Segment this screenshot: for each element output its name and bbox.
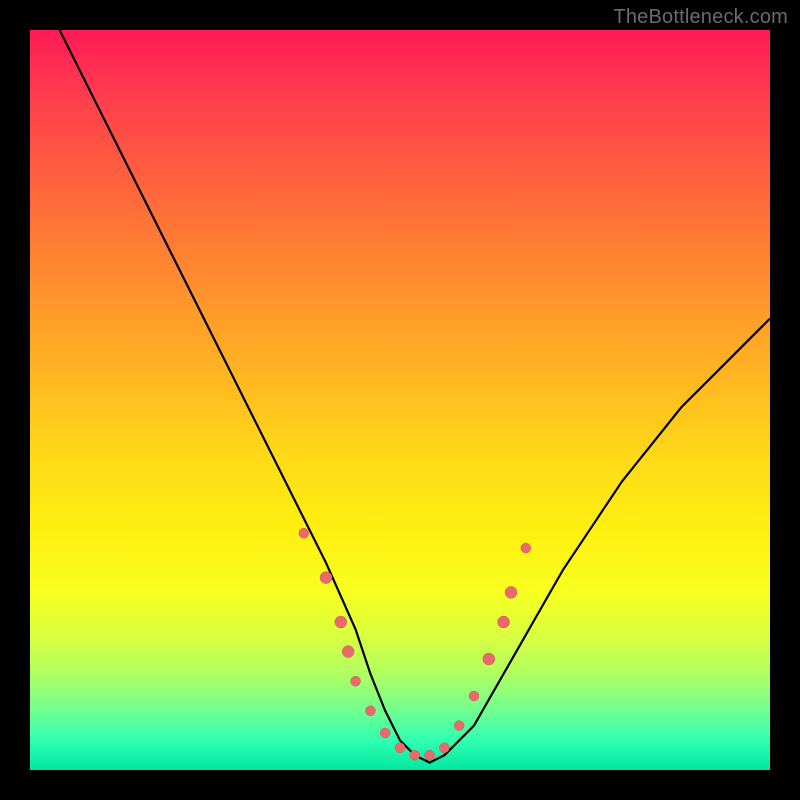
- data-marker: [299, 528, 309, 538]
- data-marker: [320, 572, 332, 584]
- data-marker: [380, 728, 390, 738]
- chart-svg: [30, 30, 770, 770]
- data-marker: [498, 616, 510, 628]
- data-markers: [299, 528, 531, 760]
- data-marker: [365, 706, 375, 716]
- data-marker: [454, 721, 464, 731]
- chart-frame: TheBottleneck.com: [0, 0, 800, 800]
- data-marker: [342, 646, 354, 658]
- data-marker: [335, 616, 347, 628]
- data-marker: [425, 750, 435, 760]
- data-marker: [395, 743, 405, 753]
- data-marker: [439, 743, 449, 753]
- data-marker: [410, 750, 420, 760]
- data-marker: [469, 691, 479, 701]
- data-marker: [483, 653, 495, 665]
- bottleneck-curve: [60, 30, 770, 763]
- data-marker: [351, 676, 361, 686]
- plot-area: [30, 30, 770, 770]
- watermark-text: TheBottleneck.com: [613, 6, 788, 29]
- data-marker: [521, 543, 531, 553]
- data-marker: [505, 586, 517, 598]
